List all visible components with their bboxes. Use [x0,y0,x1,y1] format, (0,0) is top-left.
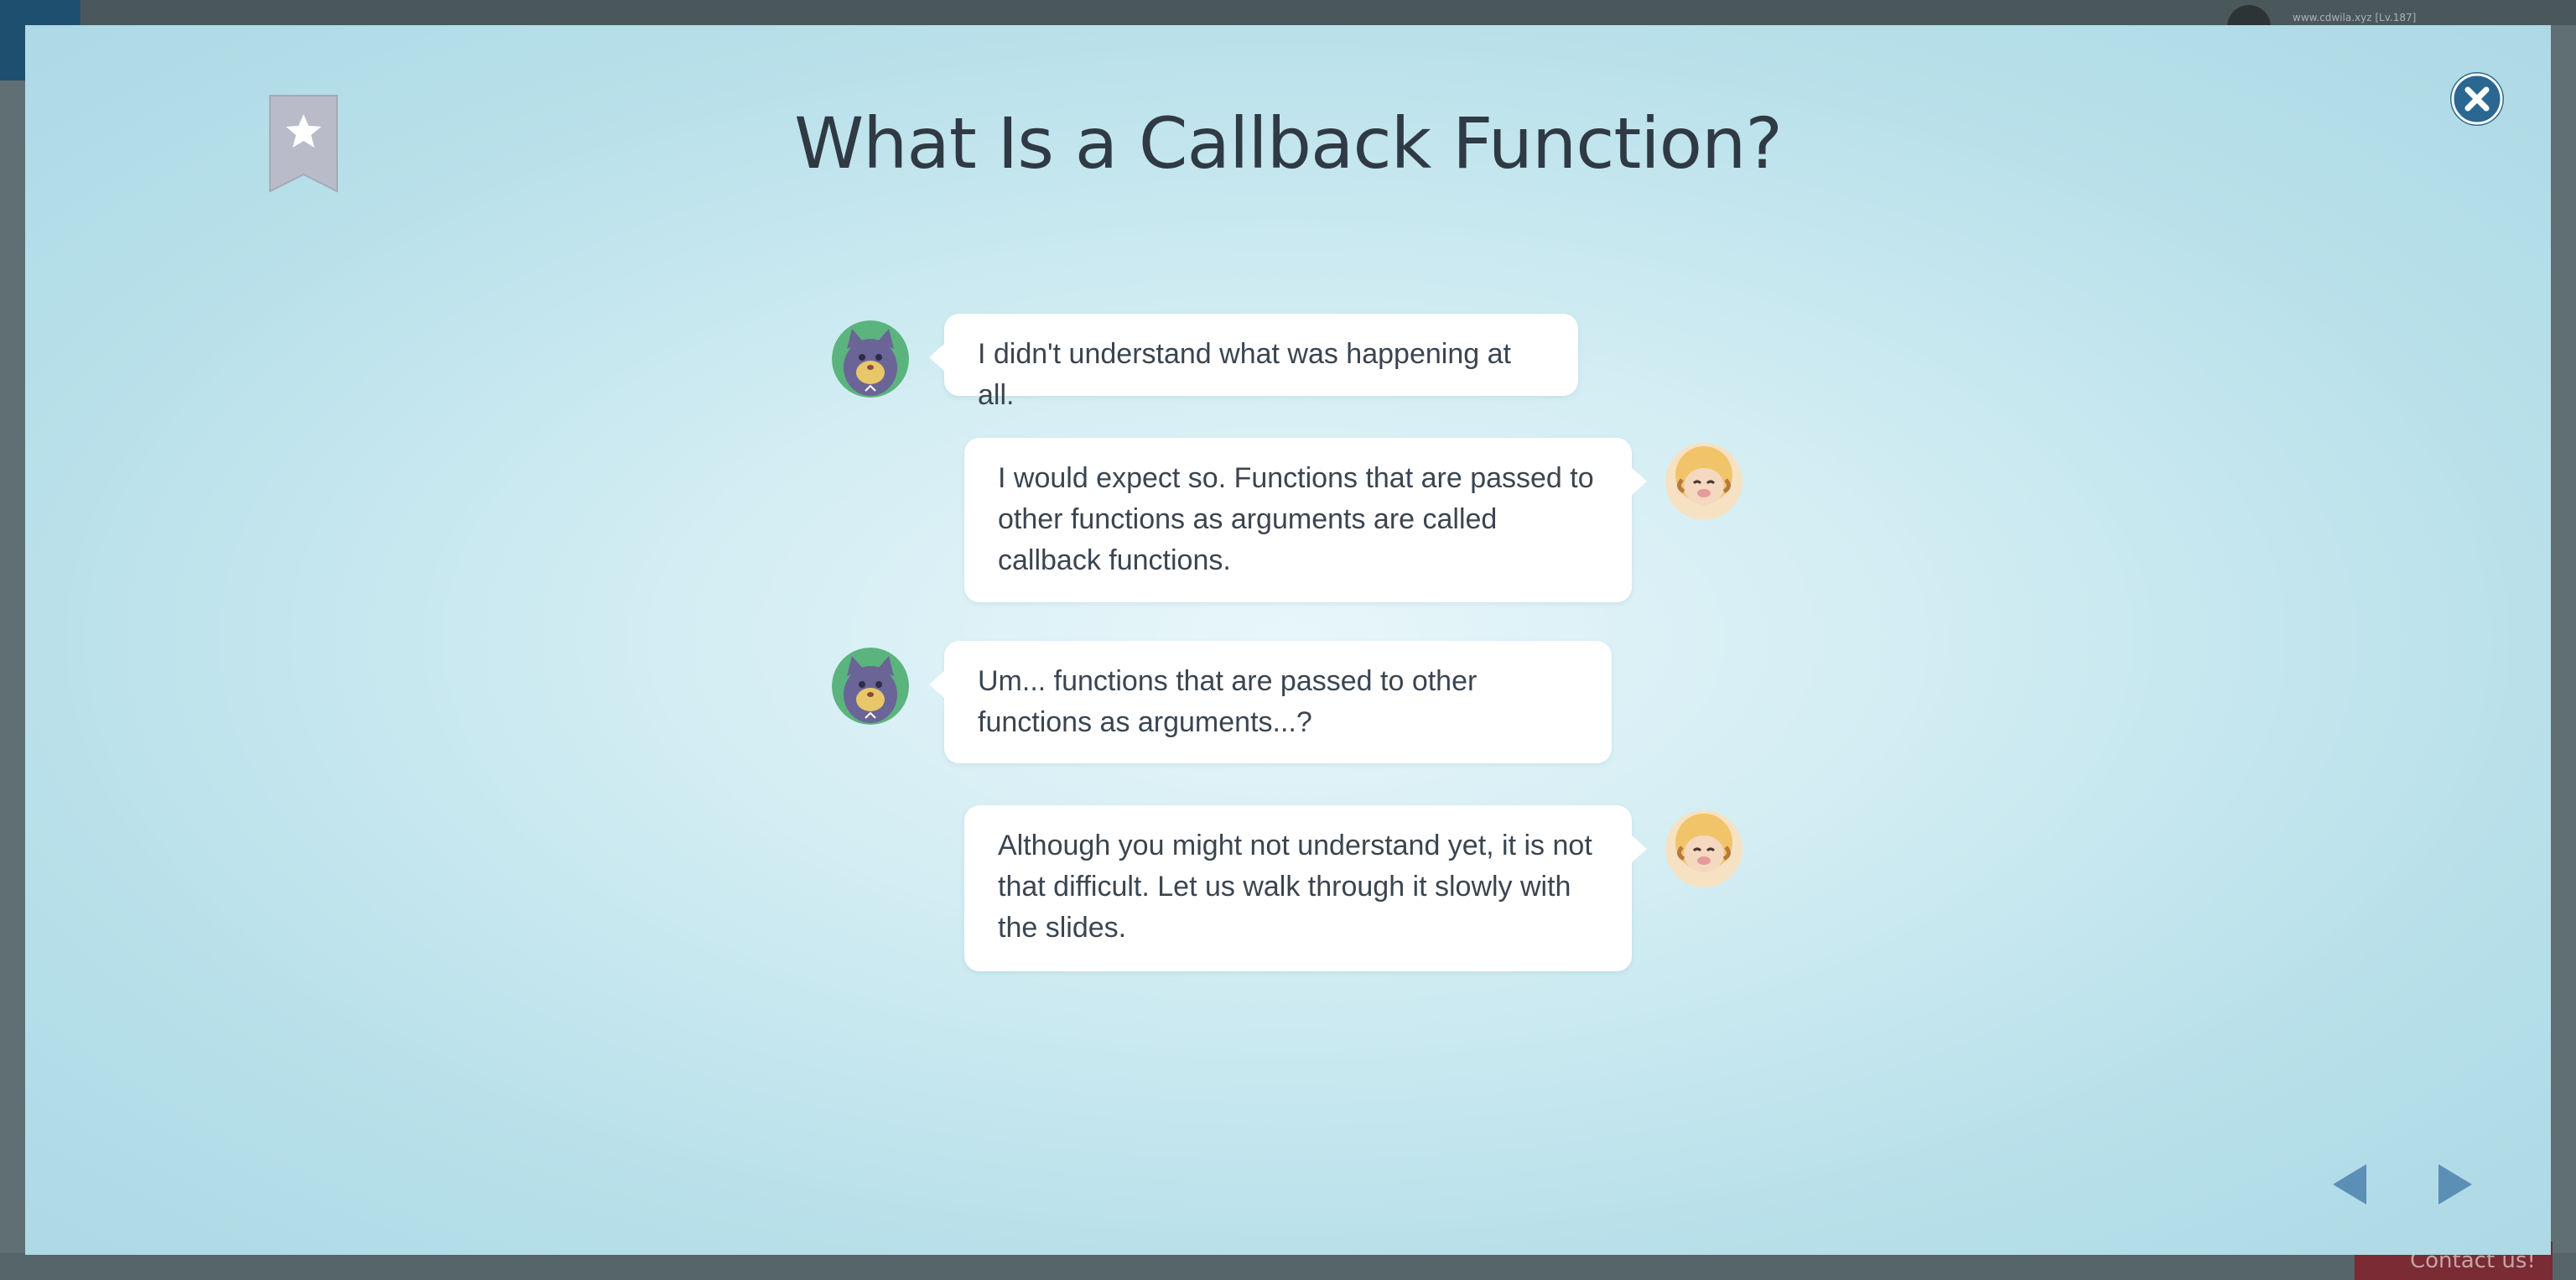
lesson-modal: What Is a Callback Function? I didn't un… [25,25,2551,1255]
cat-avatar [832,648,909,725]
cat-character-icon [832,320,909,398]
sheep-avatar [1665,810,1742,887]
next-slide-button[interactable] [2430,1161,2477,1208]
sheep-character-icon [1665,443,1742,520]
sheep-avatar [1665,443,1742,520]
triangle-left-icon [2333,1164,2366,1205]
lesson-title: What Is a Callback Function? [794,102,1783,185]
background-user-label: www.cdwila.xyz [Lv.187] [2293,12,2417,23]
chat-bubble: Um... functions that are passed to other… [929,641,1612,763]
chat-bubble: I didn't understand what was happening a… [929,314,1578,411]
chat-bubble: Although you might not understand yet, i… [964,805,1647,971]
chat-bubble: I would expect so. Functions that are pa… [964,438,1647,602]
triangle-right-icon [2438,1164,2472,1205]
background-bottom-bar [0,1253,2576,1280]
previous-slide-button[interactable] [2328,1161,2375,1208]
background-top-bar [0,0,2576,25]
sheep-character-icon [1665,810,1742,887]
cat-avatar [832,320,909,398]
cat-character-icon [832,648,909,725]
